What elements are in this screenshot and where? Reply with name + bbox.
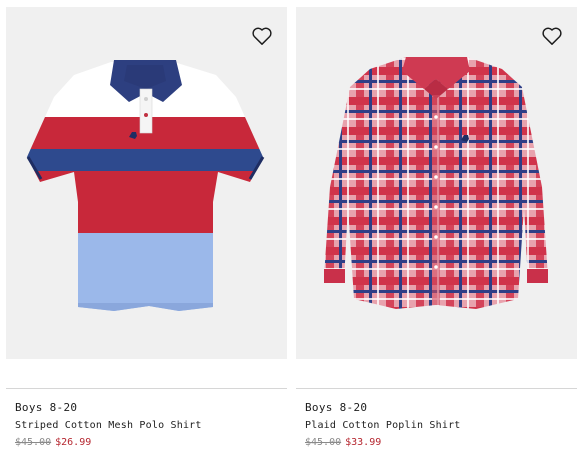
product-name-link[interactable]: Plaid Cotton Poplin Shirt [305,420,461,431]
plaid-button-down-shirt-image[interactable] [296,7,577,359]
original-price: $45.00 [15,437,52,448]
price-row: $45.00 $33.99 [305,437,381,448]
wishlist-heart-icon[interactable] [541,26,563,46]
striped-polo-shirt-image[interactable] [6,7,287,359]
sale-price: $33.99 [345,437,382,448]
original-price: $45.00 [305,437,342,448]
product-name-link[interactable]: Striped Cotton Mesh Polo Shirt [15,420,202,431]
product-category: Boys 8-20 [15,401,78,414]
card-divider [6,388,287,389]
product-image-container[interactable] [6,7,287,359]
card-divider [296,388,577,389]
sale-price: $26.99 [55,437,92,448]
product-card[interactable]: Boys 8-20 Striped Cotton Mesh Polo Shirt… [6,7,287,451]
price-row: $45.00 $26.99 [15,437,91,448]
product-card[interactable]: Boys 8-20 Plaid Cotton Poplin Shirt $45.… [296,7,577,451]
product-image-container[interactable] [296,7,577,359]
product-category: Boys 8-20 [305,401,368,414]
wishlist-heart-icon[interactable] [251,26,273,46]
